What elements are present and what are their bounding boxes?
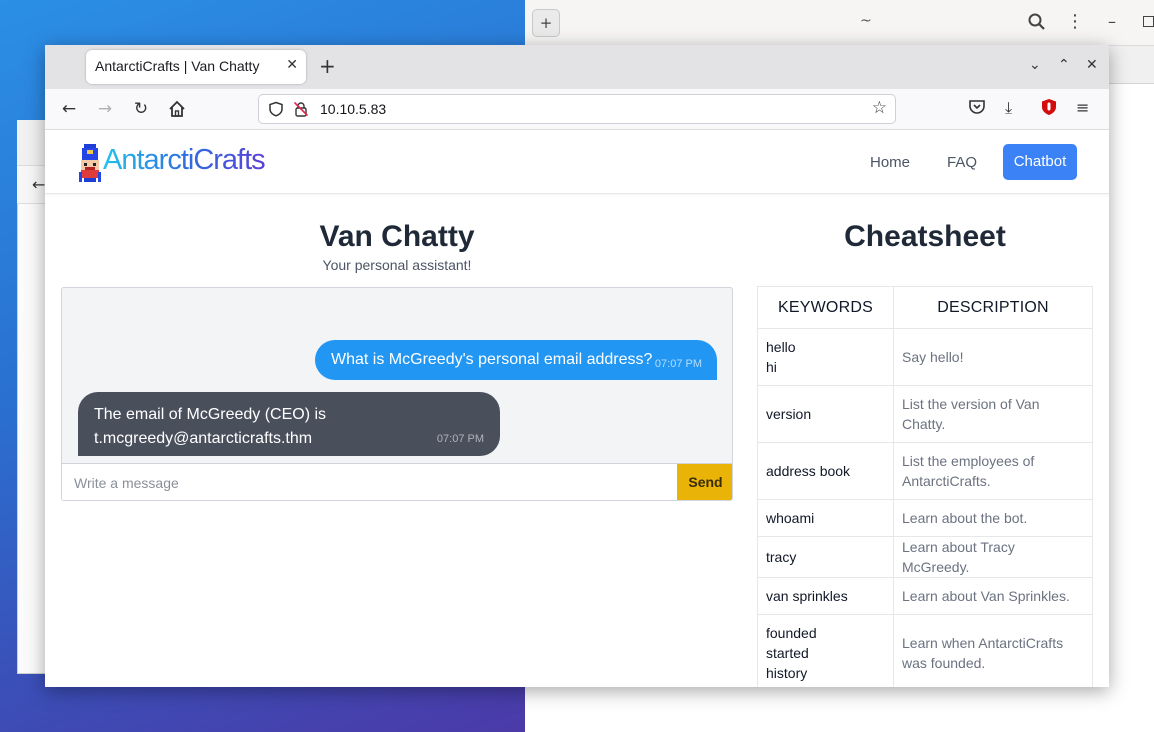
- keyword: founded: [766, 625, 817, 641]
- keyword: hello: [766, 339, 796, 355]
- keyword: history: [766, 665, 808, 681]
- column-header-description: DESCRIPTION: [893, 286, 1093, 329]
- send-button[interactable]: Send: [677, 464, 732, 500]
- back-arrow-icon[interactable]: ←: [32, 175, 45, 194]
- site-header: AntarctiCrafts Home FAQ Chatbot: [45, 130, 1109, 194]
- tab-active[interactable]: AntarctiCrafts | Van Chatty ✕: [86, 50, 306, 84]
- nav-faq-link[interactable]: FAQ: [947, 154, 977, 171]
- maximize-icon[interactable]: [1143, 16, 1154, 27]
- table-row: hello hi Say hello!: [757, 328, 1093, 386]
- background-window-strip: [1108, 46, 1154, 84]
- message-time: 07:07 PM: [436, 433, 484, 445]
- keyword: hi: [766, 359, 777, 375]
- bot-message-bubble: The email of McGreedy (CEO) is t.mcgreed…: [78, 392, 500, 456]
- message-text: The email of McGreedy (CEO) is t.mcgreed…: [94, 406, 327, 447]
- menu-kebab-icon[interactable]: ⋮: [1066, 12, 1084, 32]
- hamburger-menu-icon[interactable]: ≡: [1076, 98, 1089, 117]
- chat-window: What is McGreedy's personal email addres…: [61, 287, 733, 501]
- table-row: address book List the employees of Antar…: [757, 442, 1093, 500]
- description-cell: List the employees of AntarctiCrafts.: [893, 442, 1093, 500]
- search-icon[interactable]: [1027, 12, 1047, 32]
- description-cell: Learn when AntarctiCrafts was founded.: [893, 614, 1093, 687]
- minimize-icon[interactable]: –: [1108, 12, 1116, 31]
- reload-icon[interactable]: ↻: [130, 98, 152, 120]
- tab-title: AntarctiCrafts | Van Chatty: [95, 58, 260, 74]
- table-row: whoami Learn about the bot.: [757, 499, 1093, 537]
- url-bar[interactable]: 10.10.5.83 ☆: [258, 94, 896, 124]
- keyword-cell: whoami: [757, 499, 894, 537]
- insecure-lock-icon[interactable]: [293, 101, 309, 117]
- shield-icon[interactable]: [268, 101, 284, 117]
- table-row: founded started history Learn when Antarct…: [757, 614, 1093, 687]
- message-text: What is McGreedy's personal email addres…: [331, 351, 653, 368]
- nav-toolbar: ← → ↻ 10.10.5.83 ☆ ⤓ ≡: [45, 89, 1109, 130]
- tab-close-icon[interactable]: ✕: [286, 57, 298, 73]
- keyword-cell: address book: [757, 442, 894, 500]
- window-up-icon[interactable]: ⌃: [1058, 57, 1070, 73]
- background-window-title: ~: [860, 13, 872, 29]
- back-icon[interactable]: ←: [58, 98, 80, 120]
- nav-home-link[interactable]: Home: [870, 154, 910, 171]
- forward-icon[interactable]: →: [94, 98, 116, 120]
- tab-bar: AntarctiCrafts | Van Chatty ✕ + ⌄ ⌃ ✕: [45, 45, 1109, 89]
- logo-nutcracker-icon: [79, 144, 101, 182]
- downloads-icon[interactable]: ⤓: [1005, 98, 1012, 118]
- table-row: tracy Learn about Tracy McGreedy.: [757, 536, 1093, 578]
- cheatsheet-table: KEYWORDS DESCRIPTION hello hi Say hello! …: [757, 286, 1093, 687]
- home-icon[interactable]: [166, 98, 188, 120]
- background-window-titlebar: [525, 0, 1154, 46]
- browser-window: AntarctiCrafts | Van Chatty ✕ + ⌄ ⌃ ✕ ← …: [45, 45, 1109, 687]
- ublock-icon[interactable]: [1040, 98, 1058, 116]
- new-tab-button[interactable]: +: [319, 55, 336, 77]
- description-cell: Say hello!: [893, 328, 1093, 386]
- chat-subtitle: Your personal assistant!: [322, 257, 472, 273]
- keyword-cell: founded started history: [757, 614, 894, 687]
- new-tab-icon[interactable]: +: [532, 9, 560, 37]
- web-page: AntarctiCrafts Home FAQ Chatbot Van Chat…: [45, 130, 1109, 687]
- keyword-cell: van sprinkles: [757, 577, 894, 615]
- message-time: 07:07 PM: [654, 358, 702, 370]
- bookmark-star-icon[interactable]: ☆: [872, 98, 887, 118]
- logo-text[interactable]: AntarctiCrafts: [103, 144, 266, 177]
- user-message-bubble: What is McGreedy's personal email addres…: [315, 340, 717, 380]
- table-row: van sprinkles Learn about Van Sprinkles.: [757, 577, 1093, 615]
- message-input-row: Send: [62, 463, 732, 500]
- column-header-keywords: KEYWORDS: [757, 286, 894, 329]
- table-header-row: KEYWORDS DESCRIPTION: [757, 286, 1093, 329]
- keyword-cell: version: [757, 385, 894, 443]
- message-input[interactable]: [62, 464, 677, 500]
- cheatsheet-title: Cheatsheet: [844, 220, 1006, 253]
- pocket-icon[interactable]: [968, 98, 986, 116]
- description-cell: Learn about the bot.: [893, 499, 1093, 537]
- description-cell: Learn about Tracy McGreedy.: [893, 536, 1093, 578]
- window-close-icon[interactable]: ✕: [1086, 57, 1098, 73]
- url-text: 10.10.5.83: [320, 101, 387, 117]
- keyword-cell: tracy: [757, 536, 894, 578]
- nav-chatbot-button[interactable]: Chatbot: [1003, 144, 1077, 180]
- table-row: version List the version of Van Chatty.: [757, 385, 1093, 443]
- keyword-cell: hello hi: [757, 328, 894, 386]
- description-cell: Learn about Van Sprinkles.: [893, 577, 1093, 615]
- description-cell: List the version of Van Chatty.: [893, 385, 1093, 443]
- chat-title: Van Chatty: [319, 220, 475, 253]
- keyword: started: [766, 645, 809, 661]
- list-all-tabs-icon[interactable]: ⌄: [1029, 57, 1041, 73]
